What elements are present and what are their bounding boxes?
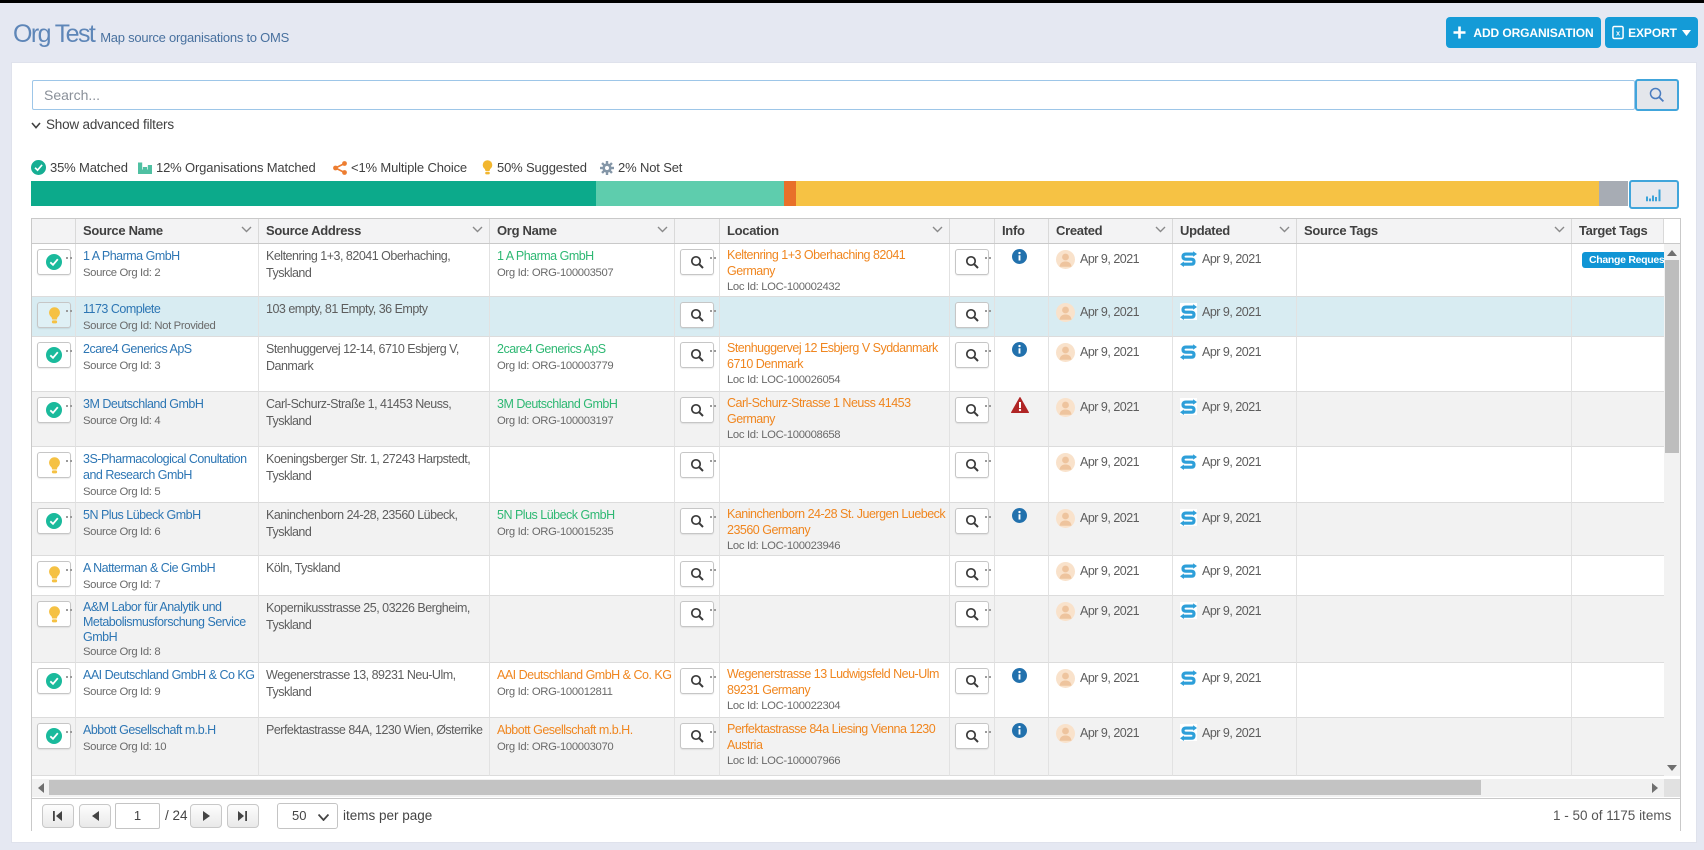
svg-text:x: x bbox=[1616, 29, 1621, 38]
